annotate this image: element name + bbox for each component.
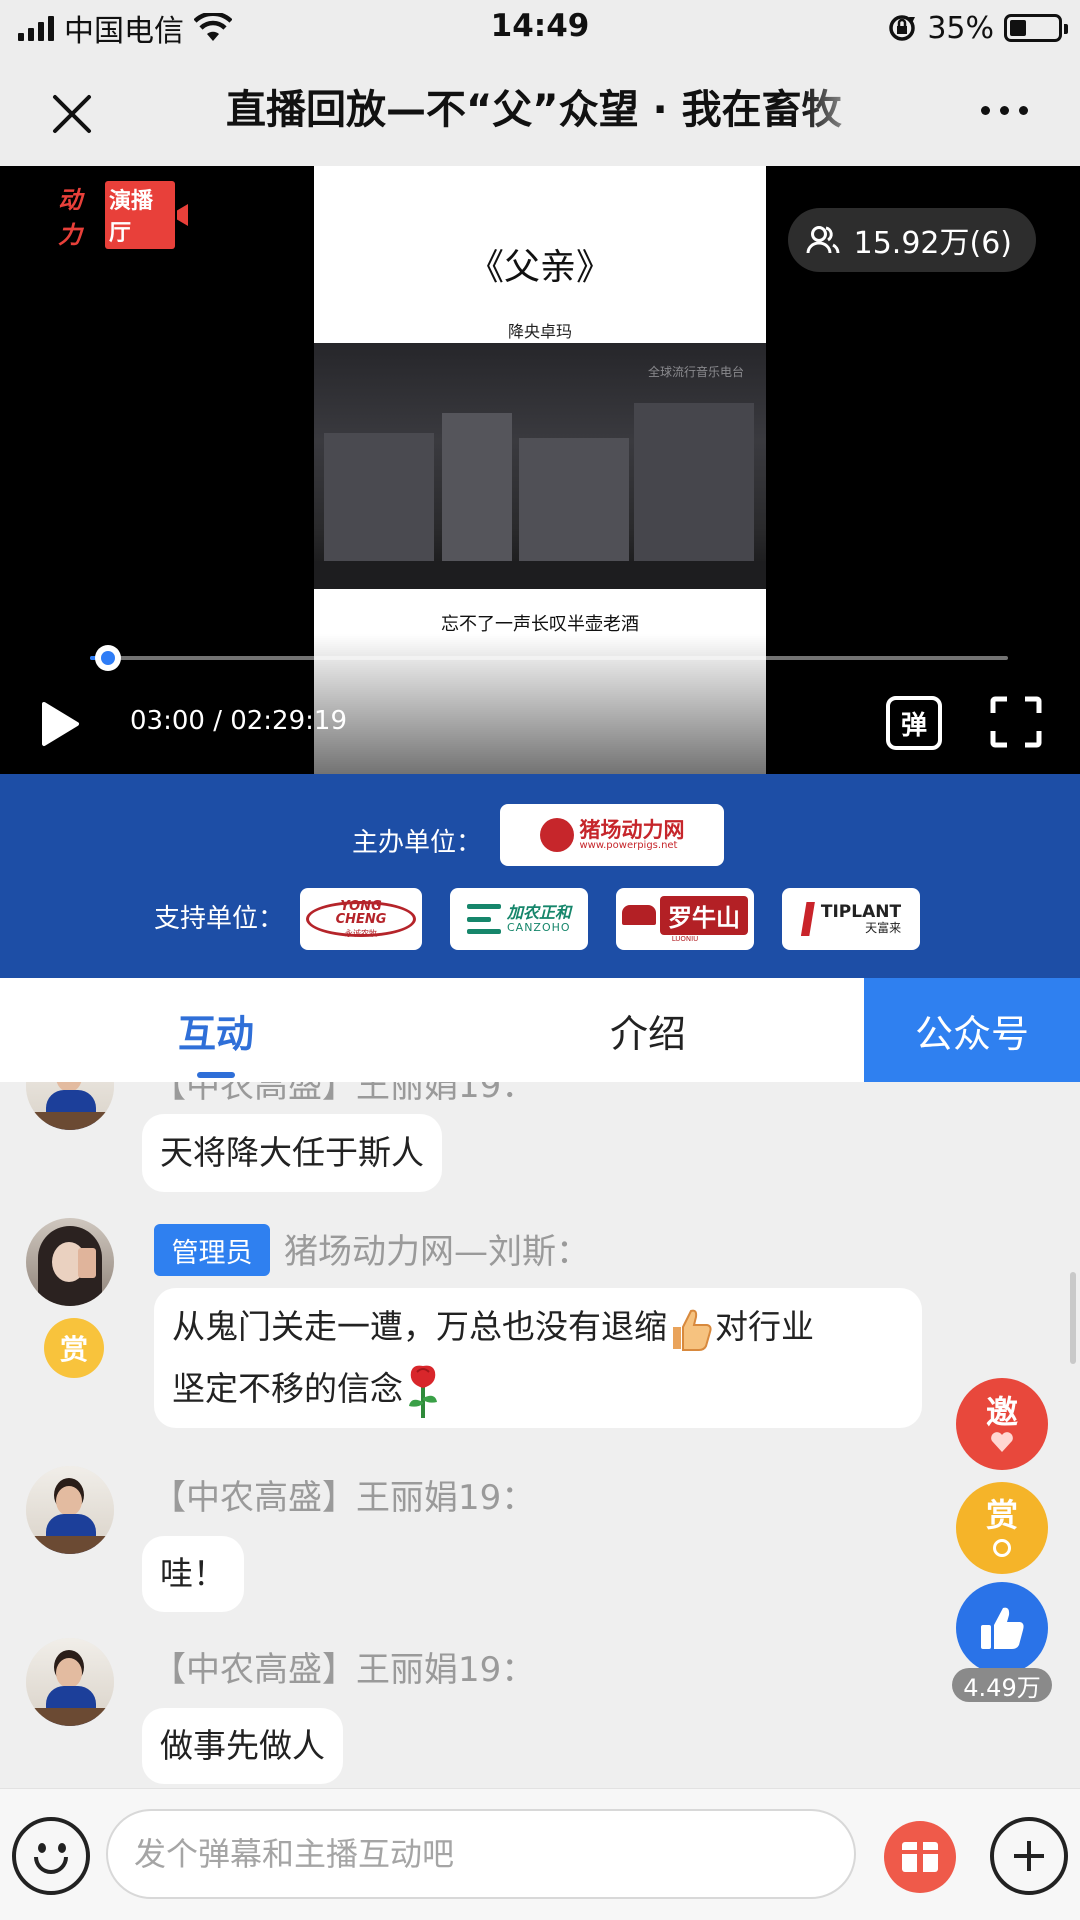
battery-fill bbox=[1010, 20, 1027, 36]
rose-emoji-icon bbox=[403, 1362, 443, 1420]
tab-bar: 互动 介绍 公众号 bbox=[0, 978, 1080, 1082]
avatar[interactable] bbox=[26, 1638, 114, 1726]
tiplant-name: TIPLANT bbox=[820, 901, 902, 922]
play-icon bbox=[42, 702, 79, 746]
brand-logo: 动力 演播厅 bbox=[58, 181, 188, 249]
reward-label: 赏 bbox=[985, 1496, 1018, 1534]
lyric-subtitle: 忘不了一声长叹半壶老酒 bbox=[441, 614, 639, 635]
viewer-count-badge: 15.92万(6) bbox=[787, 208, 1036, 272]
tiplant-sub: 天富来 bbox=[865, 920, 902, 935]
chat-sender: 【中农高盛】王丽娟19： bbox=[152, 1650, 536, 1690]
video-frame: 《父亲》 降央卓玛 全球流行音乐电台 忘不了一声长叹半壶老酒 bbox=[314, 166, 766, 774]
plus-button[interactable] bbox=[990, 1817, 1068, 1895]
brand-logo-badge: 演播厅 bbox=[104, 181, 175, 249]
camera-icon bbox=[176, 204, 188, 226]
play-button[interactable] bbox=[36, 696, 84, 752]
invite-button[interactable]: 邀 bbox=[956, 1378, 1048, 1470]
like-button[interactable] bbox=[956, 1582, 1048, 1674]
reward-button[interactable]: 赏 bbox=[956, 1482, 1048, 1574]
support-org-yongcheng: YONG CHENG 永诚农牧 bbox=[300, 888, 422, 950]
poem-author: 降央卓玛 bbox=[507, 322, 572, 341]
danmu-label: 弹 bbox=[900, 710, 927, 741]
avatar[interactable] bbox=[26, 1466, 114, 1554]
close-icon bbox=[53, 95, 91, 133]
progress-bar[interactable] bbox=[90, 645, 1008, 671]
people-icon bbox=[806, 226, 840, 254]
chat-sender: 【中农高盛】王丽娟19： bbox=[152, 1478, 536, 1518]
emoji-button[interactable] bbox=[12, 1817, 90, 1895]
title-bar: 直播回放—不“父”众望 · 我在畜牧 bbox=[0, 54, 1080, 166]
sponsor-banner: 主办单位： 猪场动力网 www.powerpigs.net 支持单位： YONG… bbox=[0, 774, 1080, 978]
thumbs-up-emoji-icon bbox=[667, 1305, 715, 1353]
status-right: 35% bbox=[887, 8, 1068, 48]
support-org-tiplant: TIPLANT 天富来 bbox=[782, 888, 920, 950]
danmu-toggle-button[interactable]: 弹 bbox=[886, 696, 942, 750]
gift-button[interactable] bbox=[884, 1821, 956, 1893]
video-watermark: 全球流行音乐电台 bbox=[647, 365, 744, 379]
chat-sender: 猪场动力网—刘斯： bbox=[284, 1232, 590, 1272]
canzoho-sub: CANZOHO bbox=[506, 920, 571, 934]
more-icon bbox=[980, 105, 990, 115]
tab-intro[interactable]: 介绍 bbox=[432, 978, 864, 1082]
fullscreen-button[interactable] bbox=[990, 696, 1042, 748]
chat-text: 坚定不移的信念 bbox=[172, 1369, 403, 1408]
like-count: 4.49万 bbox=[952, 1668, 1052, 1702]
close-button[interactable] bbox=[40, 82, 104, 146]
poem-title: 《父亲》 bbox=[467, 247, 612, 288]
reward-coin-icon[interactable]: 赏 bbox=[44, 1318, 104, 1378]
host-org-url: www.powerpigs.net bbox=[579, 839, 678, 851]
battery-icon bbox=[1004, 14, 1068, 42]
chat-bubble[interactable]: 从鬼门关走一遭，万总也没有退缩 对行业 坚定不移的信念 bbox=[154, 1288, 922, 1428]
canzoho-icon bbox=[466, 904, 501, 934]
avatar[interactable] bbox=[26, 1218, 114, 1306]
coin-icon bbox=[993, 1539, 1011, 1557]
chat-text: 从鬼门关走一遭，万总也没有退缩 bbox=[172, 1307, 667, 1346]
canzoho-name: 加农正和 bbox=[506, 903, 571, 923]
playback-time: 03:00 / 02:29:19 bbox=[130, 706, 347, 736]
luoniushan-sub: LUONIU bbox=[671, 934, 699, 943]
heart-icon bbox=[991, 1432, 1013, 1452]
active-tab-indicator bbox=[197, 1072, 235, 1078]
thumbs-up-icon bbox=[981, 1607, 1024, 1649]
battery-percent: 35% bbox=[927, 10, 994, 46]
avatar[interactable] bbox=[26, 1082, 114, 1130]
tab-interact[interactable]: 互动 bbox=[0, 978, 432, 1082]
tiplant-icon bbox=[800, 902, 815, 936]
chat-bubble[interactable]: 做事先做人 bbox=[142, 1708, 343, 1784]
luoniushan-icon bbox=[622, 905, 656, 925]
viewer-count: 15.92万(6) bbox=[853, 226, 1012, 261]
video-player[interactable]: 动力 演播厅 15.92万(6) 《父亲》 降央卓玛 全球流行音乐电台 忘不了一… bbox=[0, 166, 1080, 774]
status-bar: 中国电信 14:49 35% bbox=[0, 0, 1080, 54]
progress-thumb[interactable] bbox=[95, 645, 122, 671]
support-org-luoniushan: 罗牛山 LUONIU bbox=[616, 888, 754, 950]
pig-logo-icon bbox=[539, 818, 574, 852]
night-street-scene: 全球流行音乐电台 bbox=[314, 343, 766, 589]
chat-bubble[interactable]: 哇！ bbox=[142, 1536, 244, 1612]
brand-logo-text: 动力 bbox=[58, 186, 82, 249]
support-org-canzoho: 加农正和 CANZOHO bbox=[450, 888, 588, 950]
invite-label: 邀 bbox=[985, 1393, 1018, 1431]
rotation-lock-icon bbox=[889, 15, 916, 41]
tab-public-account[interactable]: 公众号 bbox=[864, 978, 1080, 1082]
gift-icon bbox=[899, 1838, 941, 1872]
support-label: 支持单位： bbox=[154, 904, 285, 934]
smiley-icon bbox=[38, 1843, 46, 1853]
page-title: 直播回放—不“父”众望 · 我在畜牧 bbox=[226, 87, 842, 133]
host-org-logo: 猪场动力网 www.powerpigs.net bbox=[500, 804, 724, 866]
chat-scrollbar[interactable] bbox=[1070, 1272, 1076, 1364]
yongcheng-logo: YONG CHENG 永诚农牧 bbox=[306, 900, 416, 937]
host-org-name: 猪场动力网 bbox=[579, 817, 685, 842]
admin-badge: 管理员 bbox=[154, 1224, 270, 1276]
chat-list[interactable]: 【中农高盛】王丽娟19： 天将降大任于斯人 管理员 猪场动力网—刘斯： 赏 从鬼… bbox=[0, 1082, 1080, 1788]
more-button[interactable] bbox=[964, 88, 1044, 132]
chat-bubble[interactable]: 天将降大任于斯人 bbox=[142, 1114, 442, 1192]
input-bar bbox=[0, 1788, 1080, 1920]
fullscreen-icon bbox=[990, 696, 1042, 748]
danmu-input[interactable] bbox=[106, 1809, 856, 1899]
chat-text: 对行业 bbox=[715, 1307, 814, 1346]
host-label: 主办单位： bbox=[352, 828, 483, 858]
chat-sender: 【中农高盛】王丽娟19： bbox=[152, 1082, 536, 1106]
luoniushan-name: 罗牛山 bbox=[660, 895, 748, 935]
